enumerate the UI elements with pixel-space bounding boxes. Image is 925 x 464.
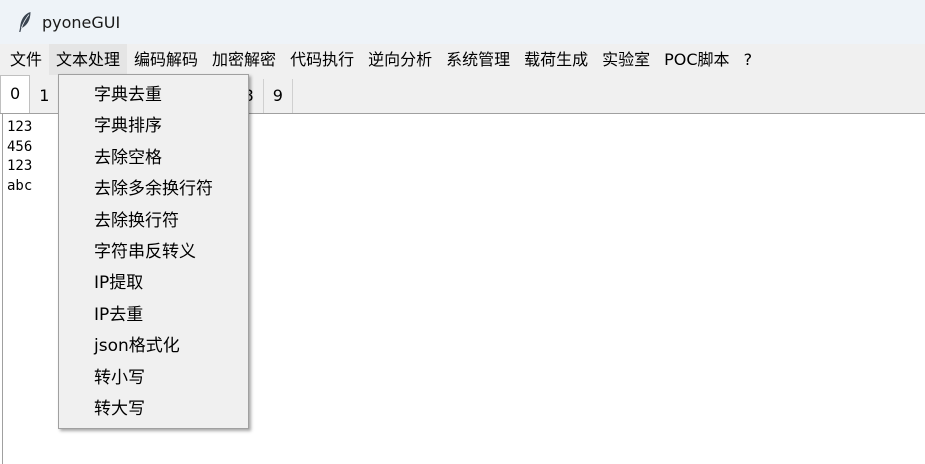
menu-poc-scripts[interactable]: POC脚本: [657, 44, 736, 75]
menu-item-ip-dedupe[interactable]: IP去重: [59, 300, 248, 331]
menu-item-remove-newlines[interactable]: 去除换行符: [59, 206, 248, 237]
feather-icon: [16, 11, 34, 33]
menu-item-ip-extract[interactable]: IP提取: [59, 268, 248, 299]
menu-encrypt-decrypt[interactable]: 加密解密: [205, 44, 283, 75]
title-bar: pyoneGUI: [0, 0, 925, 44]
menu-reverse-analysis[interactable]: 逆向分析: [361, 44, 439, 75]
menu-lab[interactable]: 实验室: [595, 44, 657, 75]
tab-0[interactable]: 0: [0, 75, 31, 113]
menu-item-to-lowercase[interactable]: 转小写: [59, 363, 248, 394]
menu-item-dict-sort[interactable]: 字典排序: [59, 111, 248, 142]
menu-item-dict-dedupe[interactable]: 字典去重: [59, 80, 248, 111]
menu-item-to-uppercase[interactable]: 转大写: [59, 394, 248, 425]
menu-item-remove-extra-newlines[interactable]: 去除多余换行符: [59, 174, 248, 205]
text-processing-dropdown-menu: 字典去重 字典排序 去除空格 去除多余换行符 去除换行符 字符串反转义 IP提取…: [58, 74, 249, 429]
tab-9[interactable]: 9: [263, 79, 293, 113]
menu-item-json-format[interactable]: json格式化: [59, 331, 248, 362]
menu-system-management[interactable]: 系统管理: [439, 44, 517, 75]
menu-help[interactable]: ?: [737, 44, 760, 75]
menu-text-processing[interactable]: 文本处理: [49, 44, 128, 75]
tab-1[interactable]: 1: [30, 79, 60, 113]
menu-file[interactable]: 文件: [0, 44, 49, 75]
menu-bar: 文件 文本处理 编码解码 加密解密 代码执行 逆向分析 系统管理 载荷生成 实验…: [0, 44, 925, 75]
menu-code-execution[interactable]: 代码执行: [283, 44, 361, 75]
menu-payload-generation[interactable]: 载荷生成: [517, 44, 595, 75]
menu-item-remove-spaces[interactable]: 去除空格: [59, 143, 248, 174]
menu-encode-decode[interactable]: 编码解码: [127, 44, 205, 75]
menu-item-string-unescape[interactable]: 字符串反转义: [59, 237, 248, 268]
window-title: pyoneGUI: [42, 12, 121, 32]
